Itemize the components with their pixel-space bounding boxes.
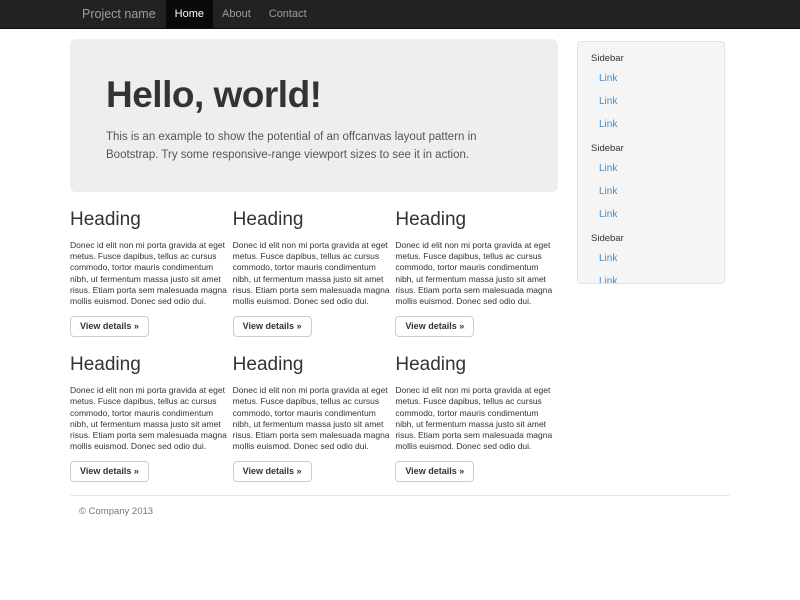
sidebar-link[interactable]: Link [578, 157, 724, 180]
view-details-button[interactable]: View details » [233, 316, 312, 337]
sidebar-group-1: Sidebar Link Link Link [578, 53, 724, 136]
view-details-button[interactable]: View details » [395, 461, 474, 482]
navbar-brand[interactable]: Project name [72, 0, 166, 28]
sidebar-group-3: Sidebar Link Link [578, 233, 724, 284]
card-4: Heading Donec id elit non mi porta gravi… [70, 354, 229, 482]
sidebar-group-title: Sidebar [591, 233, 724, 244]
jumbotron-description: This is an example to show the potential… [106, 128, 506, 164]
card-heading: Heading [233, 354, 392, 376]
card-body-text: Donec id elit non mi porta gravida at eg… [70, 240, 229, 307]
cards-row-2: Heading Donec id elit non mi porta gravi… [70, 354, 558, 482]
card-heading: Heading [70, 354, 229, 376]
card-body-text: Donec id elit non mi porta gravida at eg… [395, 385, 554, 452]
copyright-text: © Company 2013 [79, 506, 730, 517]
content-column: Hello, world! This is an example to show… [70, 39, 558, 482]
sidebar: Sidebar Link Link Link Sidebar Link Link… [577, 41, 725, 284]
sidebar-link[interactable]: Link [578, 270, 724, 284]
page-title: Hello, world! [106, 73, 522, 117]
nav-item-home[interactable]: Home [166, 0, 213, 28]
sidebar-group-2: Sidebar Link Link Link [578, 143, 724, 226]
card-body-text: Donec id elit non mi porta gravida at eg… [233, 240, 392, 307]
main-row: Hello, world! This is an example to show… [70, 39, 730, 482]
view-details-button[interactable]: View details » [70, 461, 149, 482]
nav-item-about[interactable]: About [213, 0, 260, 28]
sidebar-link[interactable]: Link [578, 90, 724, 113]
card-body-text: Donec id elit non mi porta gravida at eg… [70, 385, 229, 452]
card-heading: Heading [395, 354, 554, 376]
view-details-button[interactable]: View details » [70, 316, 149, 337]
card-heading: Heading [395, 209, 554, 231]
sidebar-link[interactable]: Link [578, 113, 724, 136]
card-1: Heading Donec id elit non mi porta gravi… [70, 209, 229, 337]
footer-divider [70, 495, 730, 496]
cards-row-1: Heading Donec id elit non mi porta gravi… [70, 209, 558, 337]
view-details-button[interactable]: View details » [395, 316, 474, 337]
sidebar-link[interactable]: Link [578, 180, 724, 203]
card-body-text: Donec id elit non mi porta gravida at eg… [395, 240, 554, 307]
card-2: Heading Donec id elit non mi porta gravi… [233, 209, 392, 337]
sidebar-link[interactable]: Link [578, 67, 724, 90]
sidebar-link[interactable]: Link [578, 247, 724, 270]
card-body-text: Donec id elit non mi porta gravida at eg… [233, 385, 392, 452]
card-heading: Heading [233, 209, 392, 231]
card-5: Heading Donec id elit non mi porta gravi… [233, 354, 392, 482]
sidebar-group-title: Sidebar [591, 143, 724, 154]
nav-item-contact[interactable]: Contact [260, 0, 316, 28]
page-container: Hello, world! This is an example to show… [70, 39, 730, 517]
jumbotron: Hello, world! This is an example to show… [70, 39, 558, 192]
card-heading: Heading [70, 209, 229, 231]
footer: © Company 2013 [70, 506, 730, 517]
card-6: Heading Donec id elit non mi porta gravi… [395, 354, 554, 482]
view-details-button[interactable]: View details » [233, 461, 312, 482]
card-3: Heading Donec id elit non mi porta gravi… [395, 209, 554, 337]
navbar: Project name Home About Contact [0, 0, 800, 29]
sidebar-link[interactable]: Link [578, 203, 724, 226]
sidebar-group-title: Sidebar [591, 53, 724, 64]
